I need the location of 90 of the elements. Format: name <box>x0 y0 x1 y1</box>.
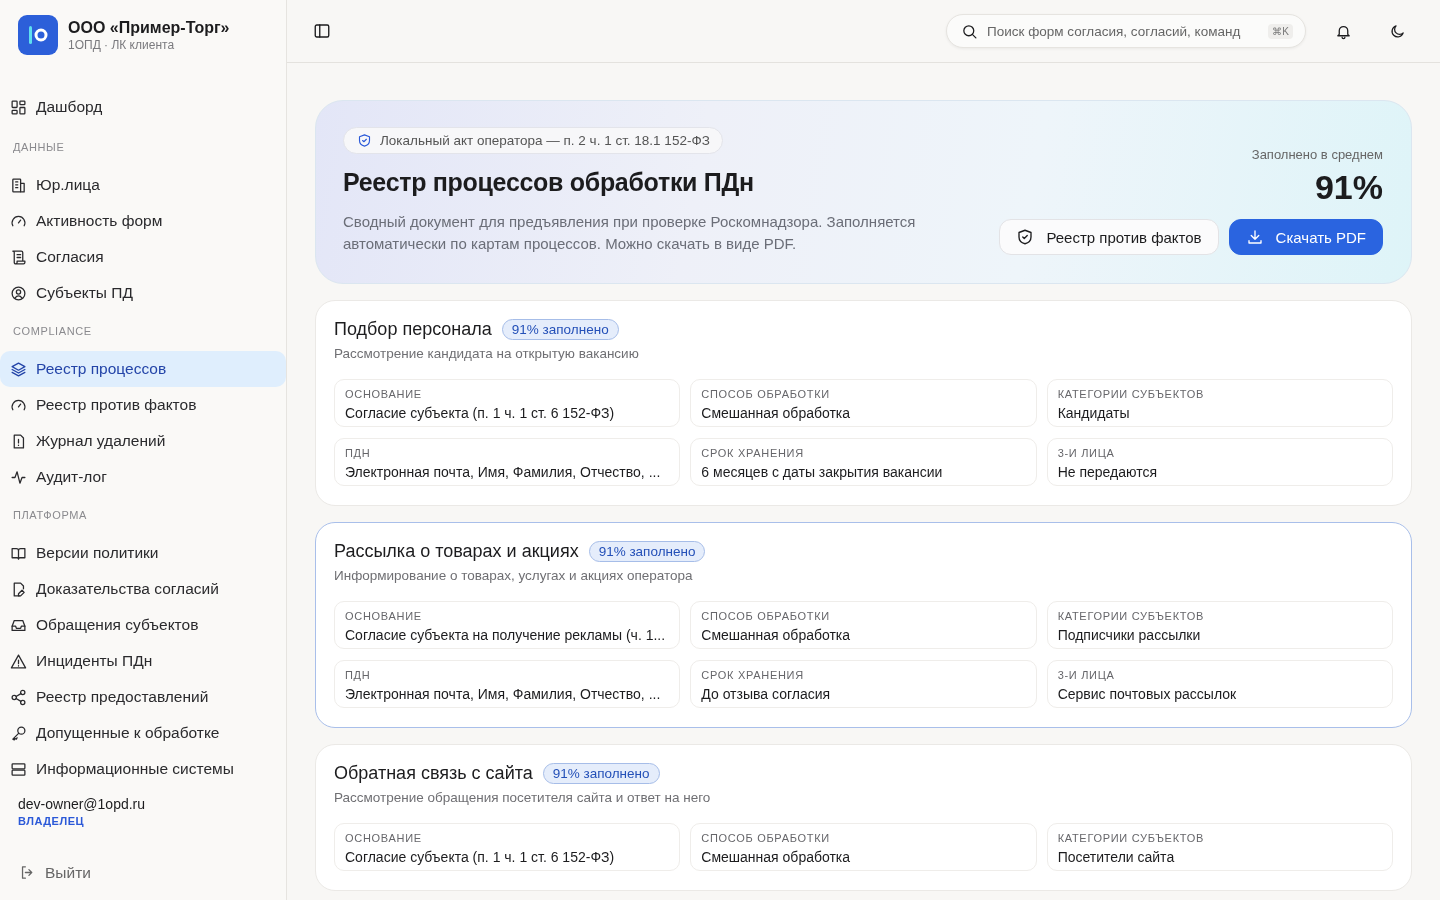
field-label: СПОСОБ ОБРАБОТКИ <box>701 609 831 623</box>
share-icon <box>10 688 27 706</box>
sidebar-item[interactable]: Реестр против фактов <box>0 387 286 423</box>
field-value: Смешанная обработка <box>701 404 852 422</box>
key-icon <box>10 724 27 742</box>
field-label: ОСНОВАНИЕ <box>345 831 423 845</box>
field-value: Электронная почта, Имя, Фамилия, Отчество, ... <box>345 685 662 703</box>
field-value: 6 месяцев с даты закрытия вакансии <box>701 463 944 481</box>
download-button[interactable]: Скачать PDF <box>1228 219 1383 255</box>
grid-icon <box>10 98 27 116</box>
completion-badge: 91% заполнено <box>501 319 619 340</box>
sidebar-item[interactable]: Юр.лица <box>0 167 286 203</box>
field-label: СРОК ХРАНЕНИЯ <box>701 668 805 682</box>
field-value: Согласие субъекта (п. 1 ч. 1 ст. 6 152-ФЗ) <box>345 848 616 866</box>
field-value: Смешанная обработка <box>701 626 852 644</box>
sidebar-item[interactable]: Субъекты ПД <box>0 275 286 311</box>
field-value: Электронная почта, Имя, Фамилия, Отчество, ... <box>345 463 662 481</box>
sidebar-item[interactable]: Реестр предоставлений <box>0 679 286 715</box>
building-icon <box>10 176 27 194</box>
process-description: Информирование о товарах, услугах и акциях оператора <box>334 568 694 583</box>
field-value: Не передаются <box>1057 463 1159 481</box>
sidebar-icon <box>313 22 331 40</box>
process-description: Рассмотрение обращения посетителя сайта и ответ на него <box>334 790 712 805</box>
sidebar-item[interactable]: Обращения субъектов <box>0 607 286 643</box>
organization-subtitle: 1ОПД · ЛК клиента <box>68 37 176 53</box>
field-value: До отзыва согласия <box>701 685 832 703</box>
field-value: Смешанная обработка <box>701 848 852 866</box>
shortcut-hint: ⌘K <box>1268 23 1293 39</box>
search-field[interactable]: Поиск форм согласия, согласий, команд <box>987 23 1260 39</box>
shield-check-icon <box>357 133 372 148</box>
field-value: Согласие субъекта (п. 1 ч. 1 ст. 6 152-ФЗ) <box>345 404 616 422</box>
stat-label: Заполнено в среднем <box>1251 147 1383 162</box>
field-value: Подписчики рассылки <box>1057 626 1202 644</box>
activity-icon <box>10 468 27 486</box>
logout-link[interactable]: Выйти <box>0 856 286 889</box>
field-label: СПОСОБ ОБРАБОТКИ <box>701 387 831 401</box>
field-label: КАТЕГОРИИ СУБЪЕКТОВ <box>1057 387 1205 401</box>
completion-badge: 91% заполнено <box>588 541 706 562</box>
user-email: dev-owner@1opd.ru <box>18 795 147 813</box>
sidebar-item[interactable]: Журнал удалений <box>0 423 286 459</box>
search-bar[interactable]: Поиск форм согласия, согласий, команд ⌘K <box>946 14 1306 48</box>
user-role: ВЛАДЕЛЕЦ <box>18 814 85 829</box>
field-label: ОСНОВАНИЕ <box>345 387 423 401</box>
sidebar-item[interactable]: Доказательства согласий <box>0 571 286 607</box>
search-icon <box>961 22 978 40</box>
completion-badge: 91% заполнено <box>542 763 660 784</box>
field-label: СРОК ХРАНЕНИЯ <box>701 446 805 460</box>
user-circle-icon <box>10 284 27 302</box>
field-value: Согласие субъекта на получение рекламы (ч. 1... <box>345 626 667 644</box>
field-value: Сервис почтовых рассылок <box>1057 685 1238 703</box>
sidebar-item[interactable]: Согласия <box>0 239 286 275</box>
server-icon <box>10 760 27 778</box>
page-title: Реестр процессов обработки ПДн <box>343 168 755 197</box>
legal-basis-badge: Локальный акт оператора — п. 2 ч. 1 ст. 18.1 152-ФЗ <box>343 127 723 154</box>
sidebar-item[interactable]: Активность форм <box>0 203 286 239</box>
scroll-icon <box>10 248 27 266</box>
shield-check-icon <box>1016 228 1035 246</box>
action-button[interactable]: Реестр против фактов <box>999 219 1219 255</box>
download-icon <box>1245 228 1264 246</box>
field-label: ОСНОВАНИЕ <box>345 609 423 623</box>
process-description: Рассмотрение кандидата на открытую вакансию <box>334 346 640 361</box>
field-label: 3-И ЛИЦА <box>1057 446 1116 460</box>
warning-icon <box>10 652 27 670</box>
sidebar-item[interactable]: Реестр процессов <box>0 351 286 387</box>
sidebar-item[interactable]: Информационные системы <box>0 751 286 782</box>
field-label: ПДН <box>345 668 372 682</box>
nav-section-label: COMPLIANCE <box>12 324 93 339</box>
field-value: Кандидаты <box>1057 404 1131 422</box>
layers-icon <box>10 360 27 378</box>
sidebar-item[interactable]: Версии политики <box>0 535 286 571</box>
nav-section-label: ПЛАТФОРМА <box>12 508 88 523</box>
page-description: Сводный документ для предъявления при проверке Роскомнадзора. Заполняется автоматически по картам процессов. Можно скачать в виде PDF. <box>343 212 917 254</box>
process-title: Подбор персонала <box>334 319 492 340</box>
moon-icon <box>1388 22 1406 40</box>
field-label: ПДН <box>345 446 372 460</box>
field-value: Посетители сайта <box>1057 848 1176 866</box>
field-label: КАТЕГОРИИ СУБЪЕКТОВ <box>1057 609 1205 623</box>
sidebar-item[interactable]: Допущенные к обработке <box>0 715 286 751</box>
nav-section-label: ДАННЫЕ <box>12 140 66 155</box>
logo-icon <box>18 15 58 55</box>
field-label: СПОСОБ ОБРАБОТКИ <box>701 831 831 845</box>
process-title: Рассылка о товарах и акциях <box>334 541 579 562</box>
stat-value: 91% <box>1314 168 1383 207</box>
sidebar-item[interactable]: Инциденты ПДн <box>0 643 286 679</box>
field-label: 3-И ЛИЦА <box>1057 668 1116 682</box>
organization-name: ООО «Пример-Торг» <box>68 17 230 38</box>
sidebar-item[interactable]: Дашборд <box>0 89 286 125</box>
process-title: Обратная связь с сайта <box>334 763 533 784</box>
field-label: КАТЕГОРИИ СУБЪЕКТОВ <box>1057 831 1205 845</box>
sidebar-item[interactable]: Аудит-лог <box>0 459 286 495</box>
